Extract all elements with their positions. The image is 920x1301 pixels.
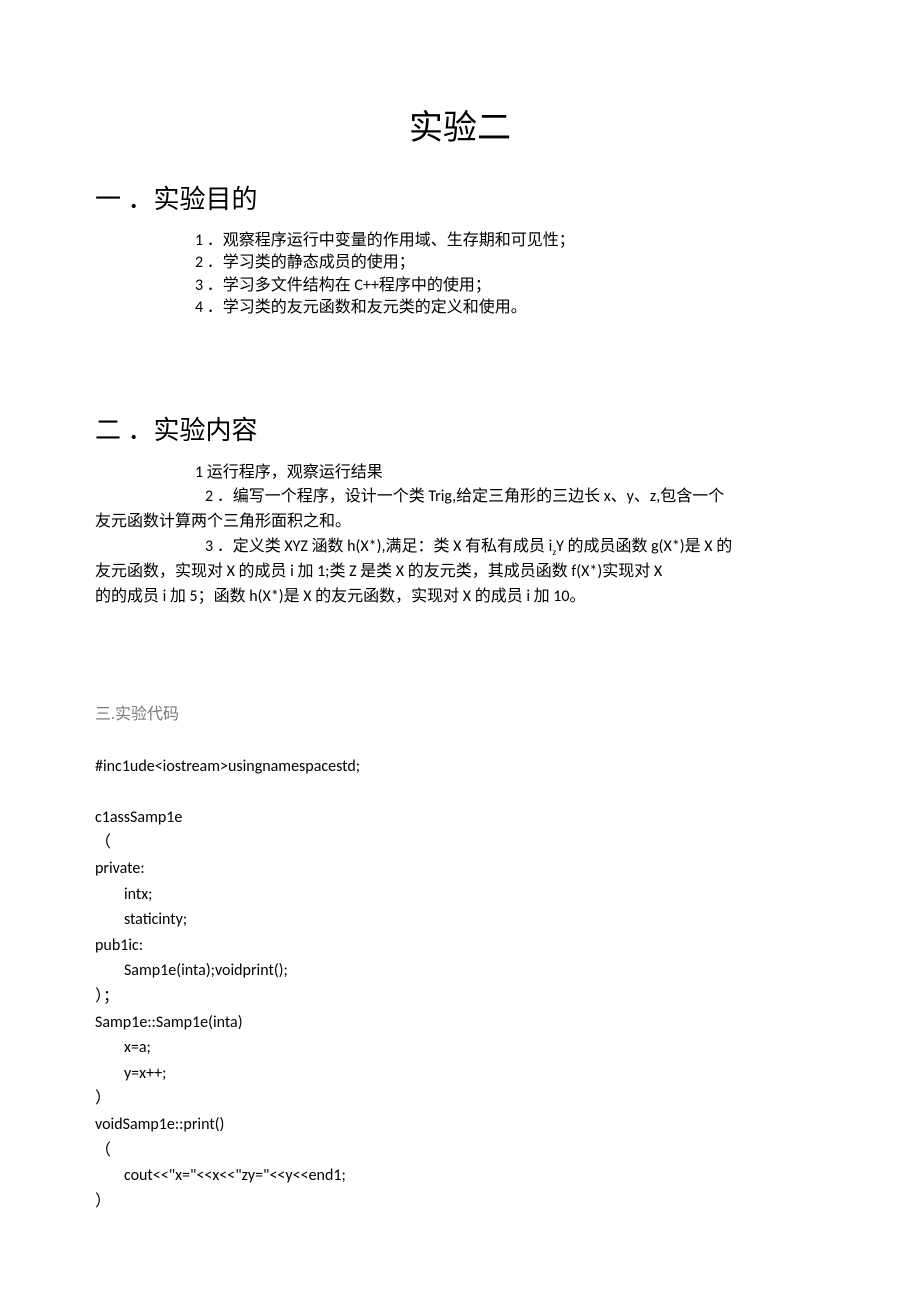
paragraph: 的的成员 i 加 5；函数 h(X*)是 X 的友元函数，实现对 X 的成员 i… xyxy=(95,585,825,610)
paragraph: 友元函数计算两个三角形面积之和。 xyxy=(95,510,825,535)
section-1-heading: 一 ．实验目的 xyxy=(95,179,825,216)
section-3-heading: 三.实验代码 xyxy=(95,700,825,724)
text-run: 3 ．定义类 XYZ 涵数 h(X*),满足：类 X 有私有成员 i xyxy=(205,537,552,556)
paragraph: 3 ．定义类 XYZ 涵数 h(X*),满足：类 X 有私有成员 izY 的成员… xyxy=(95,535,825,560)
list-item: 4 ．学习类的友元函数和友元类的定义和使用。 xyxy=(195,297,825,319)
list-item: 2 ．学习类的静态成员的使用； xyxy=(195,252,825,274)
paragraph: 友元函数，实现对 X 的成员 i 加 1;类 Z 是类 X 的友元类，其成员函数… xyxy=(95,560,825,585)
section-1-list: 1 ．观察程序运行中变量的作用域、生存期和可见性； 2 ．学习类的静态成员的使用… xyxy=(195,230,825,320)
paragraph: 1 运行程序，观察运行结果 xyxy=(195,461,825,486)
main-title: 实验二 xyxy=(95,100,825,149)
document-page: 实验二 一 ．实验目的 1 ．观察程序运行中变量的作用域、生存期和可见性； 2 … xyxy=(0,0,920,1274)
section-2-body: 1 运行程序，观察运行结果 2 ．编写一个程序，设计一个类 Trig,给定三角形… xyxy=(95,461,825,610)
list-item: 1 ．观察程序运行中变量的作用域、生存期和可见性； xyxy=(195,230,825,252)
code-block: #inc1ude<iostream>usingnamespacestd; c1a… xyxy=(95,754,825,1215)
section-2-heading: 二 ．实验内容 xyxy=(95,410,825,447)
text-run: Y 的成员函数 g(X*)是 X 的 xyxy=(556,537,732,556)
paragraph: 2 ．编写一个程序，设计一个类 Trig,给定三角形的三边长 x、y、z,包含一… xyxy=(95,485,825,510)
list-item: 3 ．学习多文件结构在 C++程序中的使用； xyxy=(195,275,825,297)
